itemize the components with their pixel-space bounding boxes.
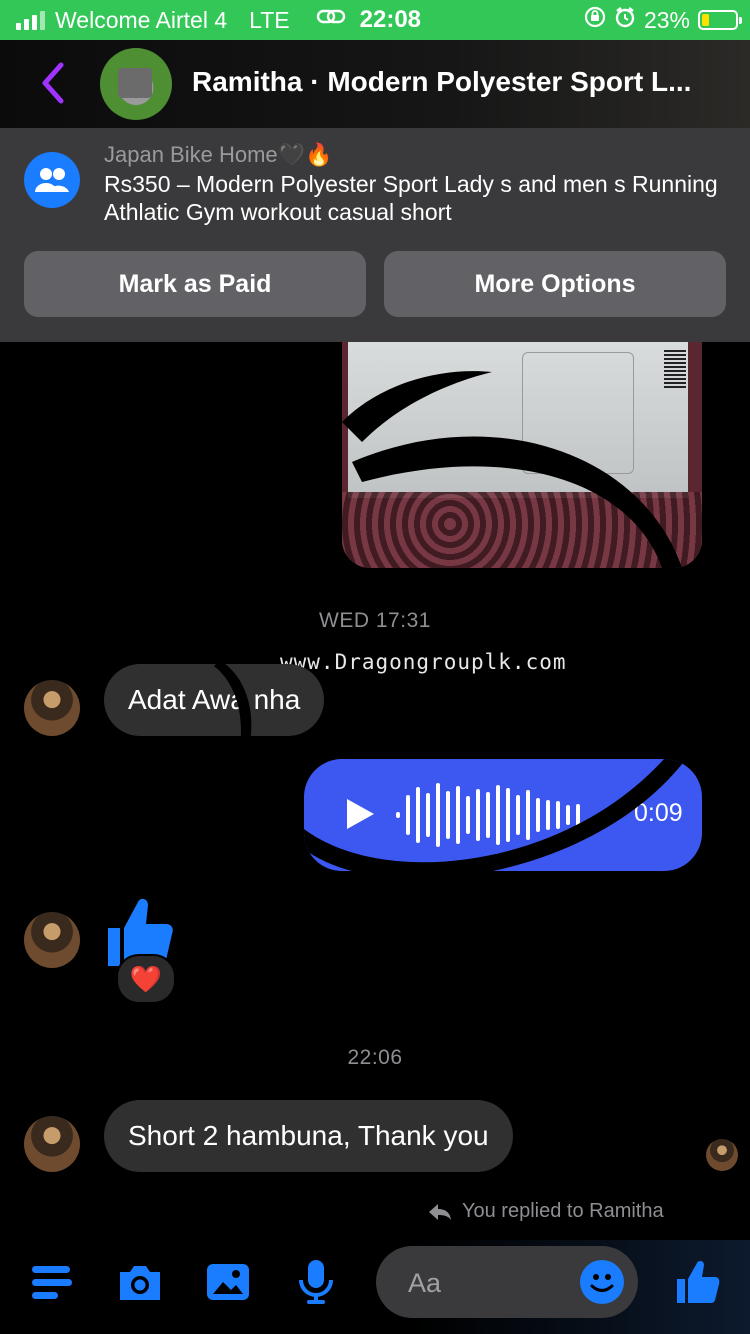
- chevron-left-icon: [42, 62, 64, 104]
- avatar[interactable]: [100, 48, 172, 120]
- back-button[interactable]: [34, 58, 74, 108]
- composer-bar: [0, 1240, 750, 1334]
- battery-icon: [698, 10, 742, 30]
- signal-icon: [16, 10, 45, 30]
- emoji-button[interactable]: [580, 1260, 624, 1304]
- message-text: Short 2 hambuna, Thank you: [128, 1120, 489, 1151]
- photo-message[interactable]: [342, 342, 702, 568]
- gallery-button[interactable]: [204, 1258, 252, 1306]
- shop-name: Japan Bike Home🖤🔥: [104, 142, 333, 167]
- more-options-button[interactable]: More Options: [384, 251, 726, 317]
- message-bubble[interactable]: Short 2 hambuna, Thank you: [104, 1100, 513, 1172]
- image-icon: [207, 1264, 249, 1300]
- thumbs-up-icon: [677, 1260, 720, 1303]
- menu-button[interactable]: [28, 1258, 76, 1306]
- avatar[interactable]: [24, 680, 80, 736]
- heart-icon: ❤️: [129, 963, 163, 994]
- marketplace-banner: Japan Bike Home🖤🔥 Rs350 – Modern Polyest…: [0, 128, 750, 342]
- microphone-icon: [299, 1260, 333, 1304]
- avatar[interactable]: [24, 1116, 80, 1172]
- chat-header: Ramitha · Modern Polyester Sport L...: [0, 40, 750, 128]
- brush-stroke: [304, 759, 686, 871]
- smiley-icon: [590, 1274, 614, 1292]
- like-button[interactable]: [674, 1258, 722, 1306]
- voice-record-button[interactable]: [292, 1258, 340, 1306]
- battery-percent: 23%: [643, 6, 690, 33]
- carrier-name: Welcome Airtel 4: [55, 6, 228, 33]
- menu-icon: [32, 1266, 72, 1299]
- replied-indicator: You replied to Ramitha: [428, 1200, 664, 1223]
- message-input-container: [376, 1246, 638, 1318]
- reply-icon: [429, 1203, 451, 1220]
- brush-stroke: [342, 371, 682, 568]
- timestamp: 22:06: [347, 1046, 403, 1069]
- status-bar: Welcome Airtel 4 LTE 22:08 23%: [0, 0, 750, 40]
- mark-as-paid-button[interactable]: Mark as Paid: [24, 251, 366, 317]
- rotation-lock-icon: [584, 6, 606, 34]
- avatar[interactable]: [24, 912, 80, 968]
- camera-icon: [120, 1266, 160, 1300]
- read-receipt-avatar: [706, 1139, 738, 1171]
- timestamp: WED 17:31: [319, 609, 431, 632]
- product-title: Rs350 – Modern Polyester Sport Lady s an…: [104, 171, 718, 225]
- voice-message[interactable]: 0:09: [304, 759, 702, 871]
- link-icon: [316, 8, 346, 32]
- replied-text: You replied to Ramitha: [462, 1200, 664, 1222]
- group-icon: [24, 152, 80, 208]
- status-time: 22:08: [359, 6, 422, 33]
- network-type: LTE: [249, 6, 290, 33]
- watermark: www.Dragongrouplk.com: [280, 650, 567, 674]
- chat-title[interactable]: Ramitha · Modern Polyester Sport L...: [192, 66, 742, 98]
- camera-button[interactable]: [116, 1258, 164, 1306]
- brush-stroke: [214, 660, 252, 760]
- message-input[interactable]: [406, 1258, 580, 1308]
- alarm-icon: [614, 6, 636, 34]
- heart-reaction[interactable]: ❤️: [116, 954, 176, 1004]
